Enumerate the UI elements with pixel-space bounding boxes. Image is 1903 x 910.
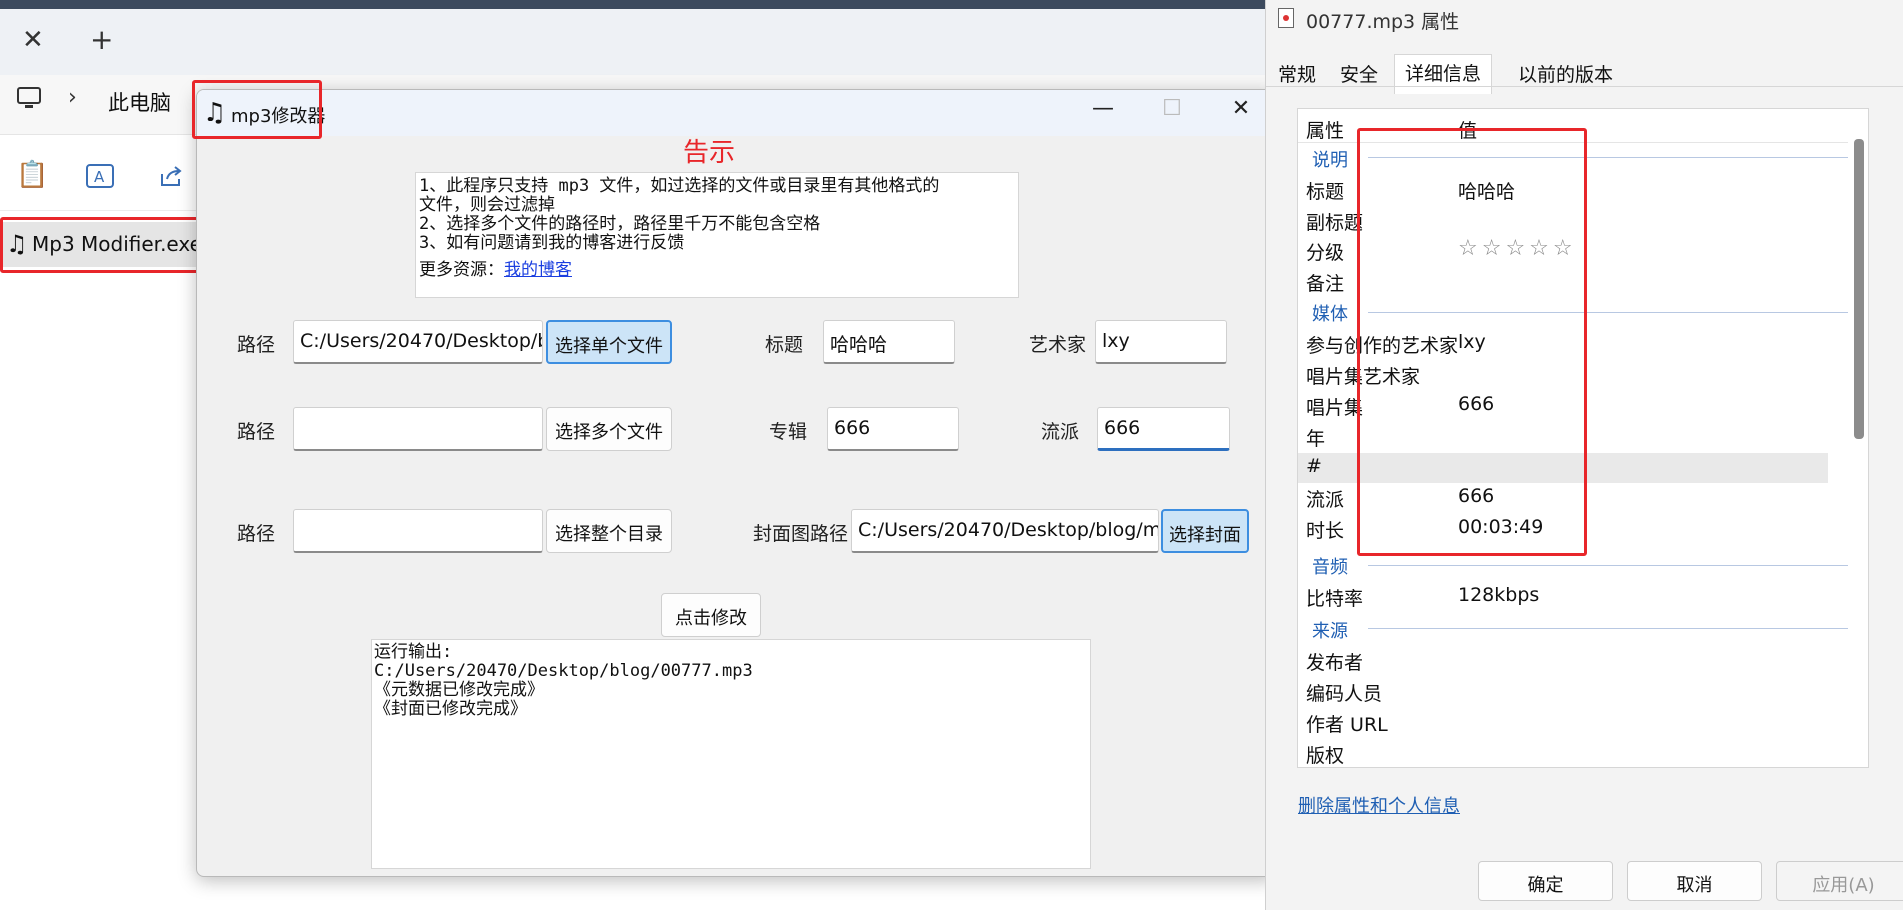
rename-icon[interactable]: A — [86, 164, 114, 192]
select-multiple-files-button[interactable]: 选择多个文件 — [546, 407, 672, 451]
highlight-box-app-title — [192, 80, 322, 139]
section-line — [1368, 628, 1848, 629]
path-label-3: 路径 — [237, 523, 276, 545]
select-single-file-button[interactable]: 选择单个文件 — [546, 320, 672, 364]
row-year-name: 年 — [1306, 428, 1326, 450]
row-length-name: 时长 — [1306, 520, 1345, 542]
highlight-box-values — [1357, 128, 1587, 556]
minimize-icon[interactable]: — — [1083, 96, 1123, 121]
artist-input[interactable]: lxy — [1095, 320, 1227, 364]
row-copyright-name: 版权 — [1306, 745, 1345, 767]
paste-icon[interactable]: 📋 — [16, 160, 48, 190]
props-title: 00777.mp3 属性 — [1306, 11, 1460, 33]
explorer-tab-bar: ✕ + — [0, 9, 1265, 75]
new-tab-icon[interactable]: + — [90, 23, 113, 56]
select-directory-button[interactable]: 选择整个目录 — [546, 509, 672, 553]
chevron-right-icon: › — [68, 85, 77, 110]
svg-text:A: A — [94, 168, 105, 186]
row-title-name: 标题 — [1306, 181, 1345, 203]
select-cover-button[interactable]: 选择封面 — [1161, 509, 1249, 553]
title-input[interactable]: 哈哈哈 — [823, 320, 955, 364]
row-bitrate-value: 128kbps — [1458, 584, 1540, 606]
mp3-modifier-window: ♫ mp3修改器 — ☐ ✕ 告示 1、此程序只支持 mp3 文件，如过选择的文… — [196, 89, 1276, 877]
section-media: 媒体 — [1312, 304, 1348, 325]
apply-button[interactable]: 应用(A) — [1776, 861, 1903, 901]
blog-link[interactable]: 我的博客 — [504, 260, 572, 280]
output-line: C:/Users/20470/Desktop/blog/00777.mp3 — [374, 661, 753, 681]
tab-divider — [1266, 86, 1903, 87]
notice-box: 1、此程序只支持 mp3 文件，如过选择的文件或目录里有其他格式的 文件，则会过… — [415, 172, 1019, 298]
artist-label: 艺术家 — [1029, 334, 1087, 356]
output-box: 运行输出: C:/Users/20470/Desktop/blog/00777.… — [371, 639, 1091, 869]
row-album-name: 唱片集 — [1306, 397, 1364, 419]
tab-general[interactable]: 常规 — [1270, 58, 1324, 89]
highlight-box-file — [0, 217, 203, 273]
section-source: 来源 — [1312, 621, 1348, 642]
album-label: 专辑 — [769, 421, 808, 443]
app-title-bar: ♫ mp3修改器 — ☐ ✕ — [197, 90, 1275, 136]
genre-input[interactable]: 666 — [1097, 407, 1230, 451]
submit-modify-button[interactable]: 点击修改 — [661, 593, 761, 637]
row-rating-name: 分级 — [1306, 242, 1345, 264]
maximize-icon[interactable]: ☐ — [1152, 96, 1192, 121]
row-track-name: # — [1306, 455, 1322, 477]
row-genre-name: 流派 — [1306, 489, 1345, 511]
file-icon — [1278, 8, 1294, 28]
share-icon[interactable] — [158, 164, 184, 192]
computer-icon — [16, 85, 42, 115]
close-icon[interactable]: ✕ — [1221, 96, 1261, 121]
output-line: 运行输出: — [374, 642, 453, 662]
row-bitrate-name: 比特率 — [1306, 588, 1364, 610]
scrollbar-thumb[interactable] — [1854, 139, 1864, 439]
title-label: 标题 — [765, 334, 804, 356]
path-label-2: 路径 — [237, 421, 276, 443]
taskbar-strip — [0, 0, 1265, 9]
section-description: 说明 — [1312, 150, 1348, 171]
genre-label: 流派 — [1041, 421, 1080, 443]
tab-details[interactable]: 详细信息 — [1394, 54, 1493, 94]
more-resources-label: 更多资源： — [419, 260, 504, 280]
row-subtitle-name: 副标题 — [1306, 212, 1364, 234]
section-audio: 音频 — [1312, 557, 1348, 578]
tab-security[interactable]: 安全 — [1332, 58, 1386, 89]
notice-title: 告示 — [683, 138, 736, 168]
notice-line: 3、如有问题请到我的博客进行反馈 — [419, 233, 685, 253]
path-label-1: 路径 — [237, 334, 276, 356]
row-author-url-name: 作者 URL — [1306, 714, 1388, 736]
ok-button[interactable]: 确定 — [1478, 861, 1613, 901]
album-input[interactable]: 666 — [827, 407, 959, 451]
close-tab-icon[interactable]: ✕ — [22, 25, 44, 55]
row-comment-name: 备注 — [1306, 273, 1345, 295]
row-publisher-name: 发布者 — [1306, 652, 1364, 674]
remove-properties-link[interactable]: 删除属性和个人信息 — [1298, 792, 1460, 818]
output-line: 《封面已修改完成》 — [374, 699, 527, 719]
notice-line: 1、此程序只支持 mp3 文件，如过选择的文件或目录里有其他格式的 — [419, 176, 940, 196]
section-line — [1368, 565, 1848, 566]
breadcrumb-this-pc[interactable]: 此电脑 — [108, 87, 171, 117]
output-line: 《元数据已修改完成》 — [374, 680, 544, 700]
directory-path-input[interactable] — [293, 509, 543, 553]
cancel-button[interactable]: 取消 — [1627, 861, 1762, 901]
cover-path-input[interactable]: C:/Users/20470/Desktop/blog/mus — [851, 509, 1159, 553]
cover-path-label: 封面图路径 — [753, 523, 849, 545]
multi-file-path-input[interactable] — [293, 407, 543, 451]
single-file-path-input[interactable]: C:/Users/20470/Desktop/blo — [293, 320, 543, 364]
notice-line: 2、选择多个文件的路径时，路径里千万不能包含空格 — [419, 214, 821, 234]
header-name: 属性 — [1306, 120, 1345, 142]
tab-previous-versions[interactable]: 以前的版本 — [1510, 58, 1621, 89]
row-encoder-name: 编码人员 — [1306, 683, 1383, 705]
notice-line: 文件，则会过滤掉 — [419, 195, 555, 215]
